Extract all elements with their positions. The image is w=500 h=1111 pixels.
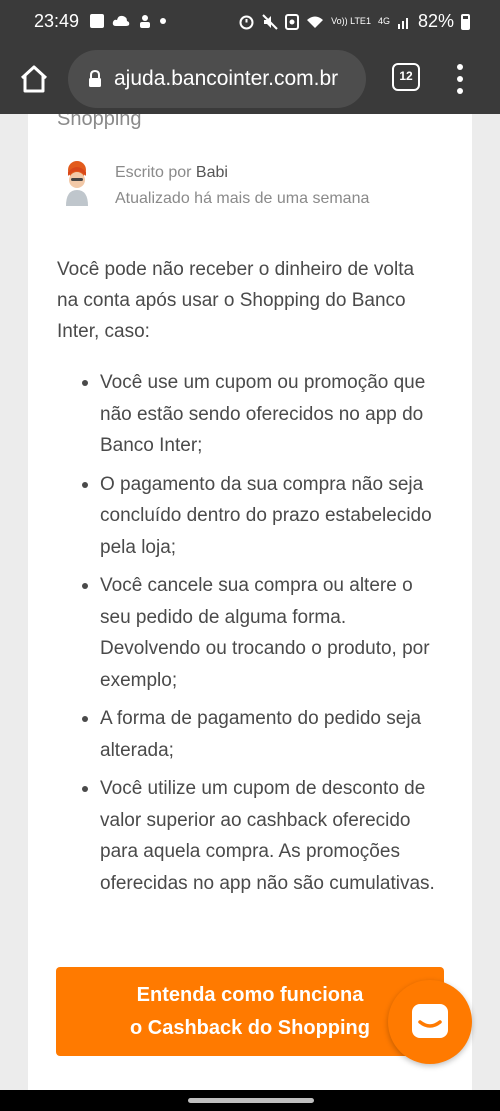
author-avatar bbox=[66, 161, 88, 206]
battery-icon bbox=[461, 13, 470, 30]
article-card: Shopping Escrito por Babi Atualizado há … bbox=[28, 114, 472, 1090]
chat-icon bbox=[412, 1004, 448, 1038]
app-notification-icon bbox=[140, 15, 150, 28]
alarm-icon bbox=[239, 15, 254, 30]
home-icon[interactable] bbox=[14, 59, 54, 99]
system-icons: Vo)) LTE1 4G 82% bbox=[238, 11, 470, 32]
notification-icons bbox=[90, 13, 166, 29]
author-name: Babi bbox=[195, 164, 228, 181]
cta-line-2: o Cashback do Shopping bbox=[129, 1017, 370, 1039]
category-title: Shopping bbox=[57, 114, 142, 130]
list-item: Você cancele sua compra ou altere o seu … bbox=[57, 570, 447, 696]
author-prefix: Escrito por bbox=[115, 164, 192, 181]
list-item: Você utilize um cupom de desconto de val… bbox=[57, 773, 447, 899]
list-item: A forma de pagamento do pedido seja alte… bbox=[57, 703, 447, 766]
updated-date: Atualizado há mais de uma semana bbox=[115, 190, 370, 207]
network-label: Vo)) LTE1 bbox=[331, 16, 371, 26]
url-text[interactable]: ajuda.bancointer.com.br bbox=[114, 67, 338, 91]
list-item: Você use um cupom ou promoção que não es… bbox=[57, 367, 447, 462]
mute-icon bbox=[262, 13, 278, 30]
more-notifications-icon bbox=[160, 18, 166, 24]
reasons-list: Você use um cupom ou promoção que não es… bbox=[57, 367, 447, 906]
signal-icon bbox=[397, 17, 408, 29]
notification-icon bbox=[90, 14, 104, 28]
tab-switcher-button[interactable]: 12 bbox=[392, 63, 420, 91]
intro-paragraph: Você pode não receber o dinheiro de volt… bbox=[57, 259, 415, 342]
status-time: 23:49 bbox=[34, 11, 80, 31]
browser-toolbar: ajuda.bancointer.com.br 12 bbox=[0, 44, 500, 114]
list-item: O pagamento da sua compra não seja concl… bbox=[57, 469, 447, 564]
chat-launcher-button[interactable] bbox=[388, 980, 472, 1064]
lock-icon bbox=[89, 70, 101, 87]
more-vert-icon[interactable] bbox=[450, 62, 470, 96]
tab-count: 12 bbox=[399, 69, 413, 83]
signal-type-label: 4G bbox=[377, 16, 390, 26]
wifi-icon bbox=[307, 16, 324, 28]
system-nav-bar bbox=[0, 1090, 500, 1111]
status-bar: 23:49 Vo)) LTE1 4G 82% bbox=[0, 0, 500, 44]
home-gesture-handle[interactable] bbox=[188, 1098, 314, 1103]
author-line: Escrito por Babi bbox=[115, 164, 228, 182]
cashback-info-button[interactable]: Entenda como funciona o Cashback do Shop… bbox=[56, 967, 444, 1056]
cloud-icon bbox=[112, 15, 130, 26]
cta-line-1: Entenda como funciona bbox=[136, 984, 364, 1006]
battery-percent: 82% bbox=[417, 11, 454, 31]
data-saver-icon bbox=[285, 13, 300, 30]
address-bar[interactable]: ajuda.bancointer.com.br bbox=[68, 50, 366, 108]
